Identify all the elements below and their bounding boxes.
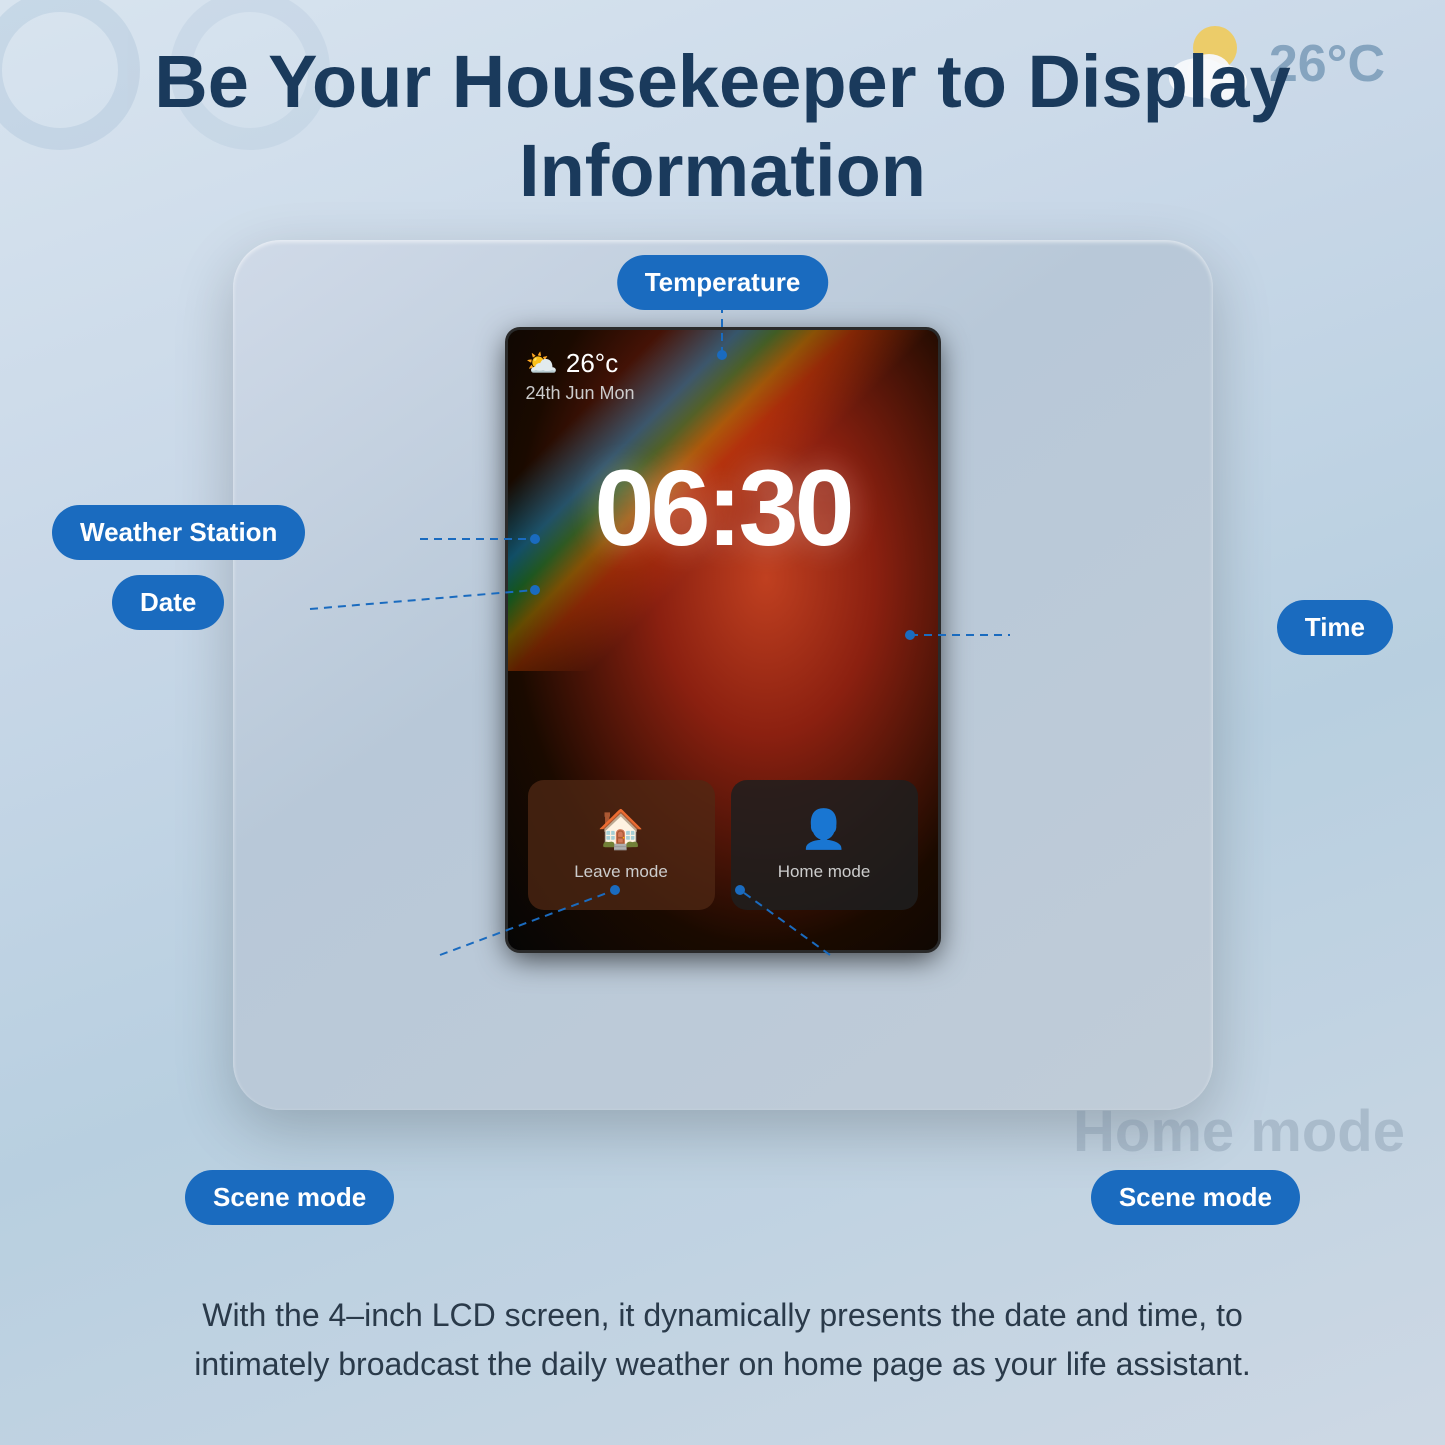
leave-mode-button[interactable]: 🏠 Leave mode bbox=[528, 780, 715, 910]
home-mode-label: Home mode bbox=[778, 862, 871, 882]
annotation-weather-station: Weather Station bbox=[52, 505, 305, 560]
page-title: Be Your Housekeeper to Display Informati… bbox=[0, 38, 1445, 216]
annotation-date: Date bbox=[112, 575, 224, 630]
annotation-scene-mode-right: Scene mode bbox=[1091, 1170, 1300, 1225]
leave-mode-icon: 🏠 bbox=[597, 808, 644, 852]
bottom-description: With the 4–inch LCD screen, it dynamical… bbox=[173, 1291, 1273, 1390]
device-screen: ⛅ 26°c 24th Jun Mon 06:30 🏠 Leave mode 👤… bbox=[508, 330, 938, 950]
bg-home-mode-watermark: Home mode bbox=[1073, 1098, 1405, 1165]
screen-temperature: 26°c bbox=[566, 348, 618, 379]
screen-time-display: 06:30 bbox=[594, 445, 850, 570]
page-title-block: Be Your Housekeeper to Display Informati… bbox=[0, 0, 1445, 216]
screen-date: 24th Jun Mon bbox=[526, 383, 635, 404]
leave-mode-label: Leave mode bbox=[574, 862, 668, 882]
screen-weather-info: ⛅ 26°c 24th Jun Mon bbox=[526, 348, 635, 404]
screen-modes-container: 🏠 Leave mode 👤 Home mode bbox=[528, 780, 918, 910]
home-mode-button[interactable]: 👤 Home mode bbox=[731, 780, 918, 910]
screen-date-row: 24th Jun Mon bbox=[526, 383, 635, 404]
screen-temp-row: ⛅ 26°c bbox=[526, 348, 635, 379]
weather-icon: ⛅ bbox=[526, 348, 558, 379]
device-card: ⛅ 26°c 24th Jun Mon 06:30 🏠 Leave mode 👤… bbox=[233, 240, 1213, 1110]
annotation-temperature: Temperature bbox=[617, 255, 829, 310]
home-mode-icon: 👤 bbox=[800, 808, 847, 852]
annotation-time: Time bbox=[1277, 600, 1393, 655]
annotation-scene-mode-left: Scene mode bbox=[185, 1170, 394, 1225]
